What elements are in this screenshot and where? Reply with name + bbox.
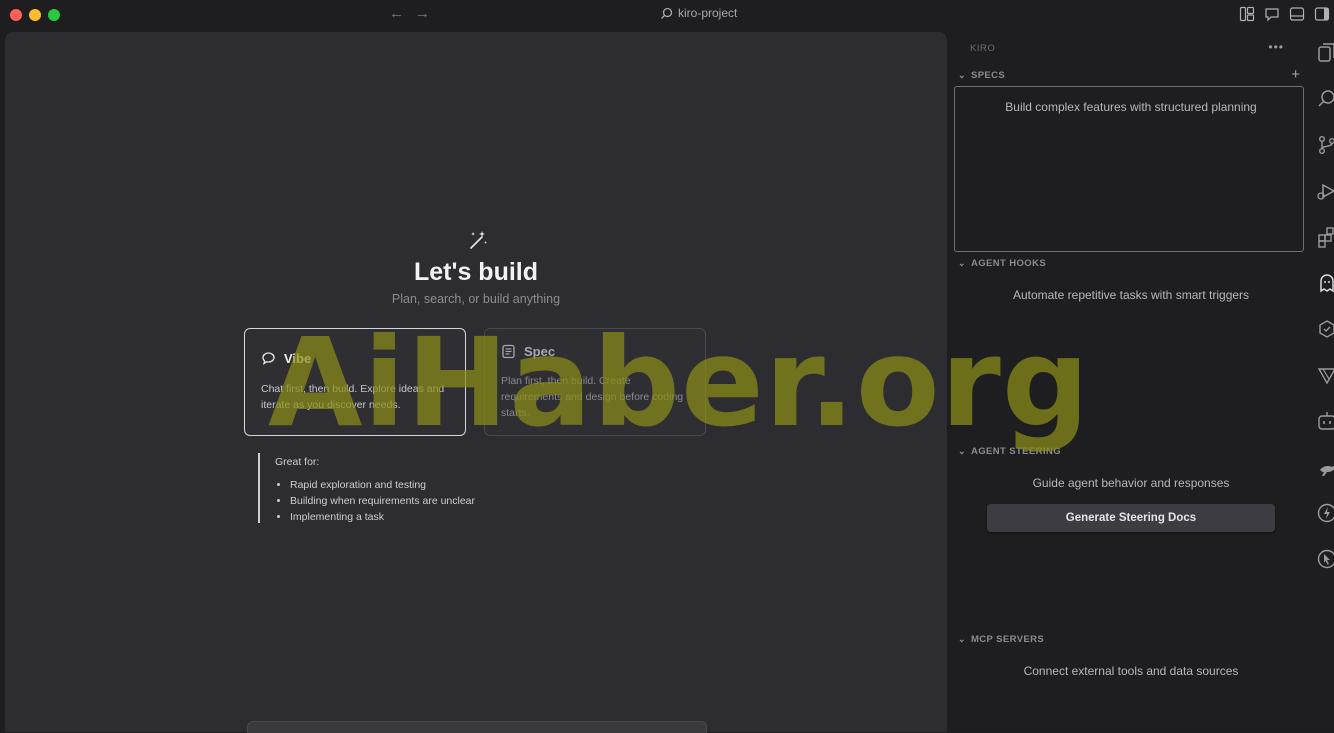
agent-steering-description: Guide agent behavior and responses xyxy=(952,476,1310,490)
panel-title: KIRO xyxy=(970,43,995,54)
vibe-mode-card[interactable]: Vibe Chat first, then build. Explore ide… xyxy=(244,328,466,436)
panel-bottom-icon[interactable] xyxy=(1289,6,1305,22)
chat-input-box[interactable] xyxy=(247,721,707,733)
chevron-down-icon: ⌄ xyxy=(958,70,966,81)
magic-wand-icon xyxy=(467,229,489,251)
list-item: Building when requirements are unclear xyxy=(290,493,558,509)
search-icon xyxy=(660,7,673,20)
agent-hooks-description: Automate repetitive tasks with smart tri… xyxy=(952,288,1310,302)
remote-explorer-icon[interactable] xyxy=(1316,364,1334,386)
spec-mode-description: Plan first, then build. Create requireme… xyxy=(501,373,693,421)
mcp-servers-description: Connect external tools and data sources xyxy=(952,664,1310,678)
section-header-specs[interactable]: ⌄ SPECS xyxy=(958,70,1005,81)
chat-bubble-icon xyxy=(261,351,276,366)
page-subtitle: Plan, search, or build anything xyxy=(5,292,947,306)
layout-icon[interactable] xyxy=(1239,6,1255,22)
pointer-icon[interactable] xyxy=(1316,548,1334,570)
robot-icon[interactable] xyxy=(1316,410,1334,432)
great-for-list: Great for: Rapid exploration and testing… xyxy=(258,453,558,523)
forward-arrow-icon[interactable]: → xyxy=(415,5,430,22)
add-spec-icon[interactable]: + xyxy=(1291,66,1300,83)
chevron-down-icon: ⌄ xyxy=(958,258,966,269)
panel-right-icon[interactable] xyxy=(1314,6,1330,22)
document-icon xyxy=(501,344,516,359)
kiro-side-panel: KIRO ••• ⌄ SPECS + Build complex feature… xyxy=(952,32,1304,732)
more-options-icon[interactable]: ••• xyxy=(1268,40,1284,54)
chevron-down-icon: ⌄ xyxy=(958,634,966,645)
specs-description: Build complex features with structured p… xyxy=(952,100,1310,114)
chat-icon[interactable] xyxy=(1264,6,1280,22)
spec-mode-label: Spec xyxy=(524,344,555,359)
editor-panel: Let's build Plan, search, or build anyth… xyxy=(5,32,947,732)
close-window-button[interactable] xyxy=(10,9,22,21)
generate-steering-docs-button[interactable]: Generate Steering Docs xyxy=(987,504,1275,532)
search-icon[interactable] xyxy=(1316,88,1334,110)
explorer-icon[interactable] xyxy=(1316,42,1334,64)
vibe-mode-label: Vibe xyxy=(284,351,311,366)
title-bar: ← → kiro-project xyxy=(0,0,1334,30)
spec-mode-card[interactable]: Spec Plan first, then build. Create requ… xyxy=(484,328,706,436)
vibe-mode-description: Chat first, then build. Explore ideas an… xyxy=(261,381,453,413)
page-title: Let's build xyxy=(5,258,947,287)
kangaroo-icon[interactable] xyxy=(1316,456,1334,478)
section-header-agent-hooks[interactable]: ⌄ AGENT HOOKS xyxy=(958,258,1046,269)
extensions-icon[interactable] xyxy=(1316,226,1334,248)
section-header-mcp-servers[interactable]: ⌄ MCP SERVERS xyxy=(958,634,1044,645)
section-header-agent-steering[interactable]: ⌄ AGENT STEERING xyxy=(958,446,1061,457)
back-arrow-icon[interactable]: ← xyxy=(389,5,404,22)
list-item: Implementing a task xyxy=(290,509,558,525)
kiro-ghost-icon[interactable] xyxy=(1316,272,1334,294)
chevron-down-icon: ⌄ xyxy=(958,446,966,457)
run-debug-icon[interactable] xyxy=(1316,180,1334,202)
lightning-icon[interactable] xyxy=(1316,502,1334,524)
testing-icon[interactable] xyxy=(1316,318,1334,340)
great-for-label: Great for: xyxy=(275,456,558,468)
list-item: Rapid exploration and testing xyxy=(290,477,558,493)
minimize-window-button[interactable] xyxy=(29,9,41,21)
source-control-icon[interactable] xyxy=(1316,134,1334,156)
maximize-window-button[interactable] xyxy=(48,9,60,21)
activity-bar xyxy=(1304,32,1334,732)
project-name: kiro-project xyxy=(678,6,737,20)
command-search[interactable]: kiro-project xyxy=(660,6,737,20)
